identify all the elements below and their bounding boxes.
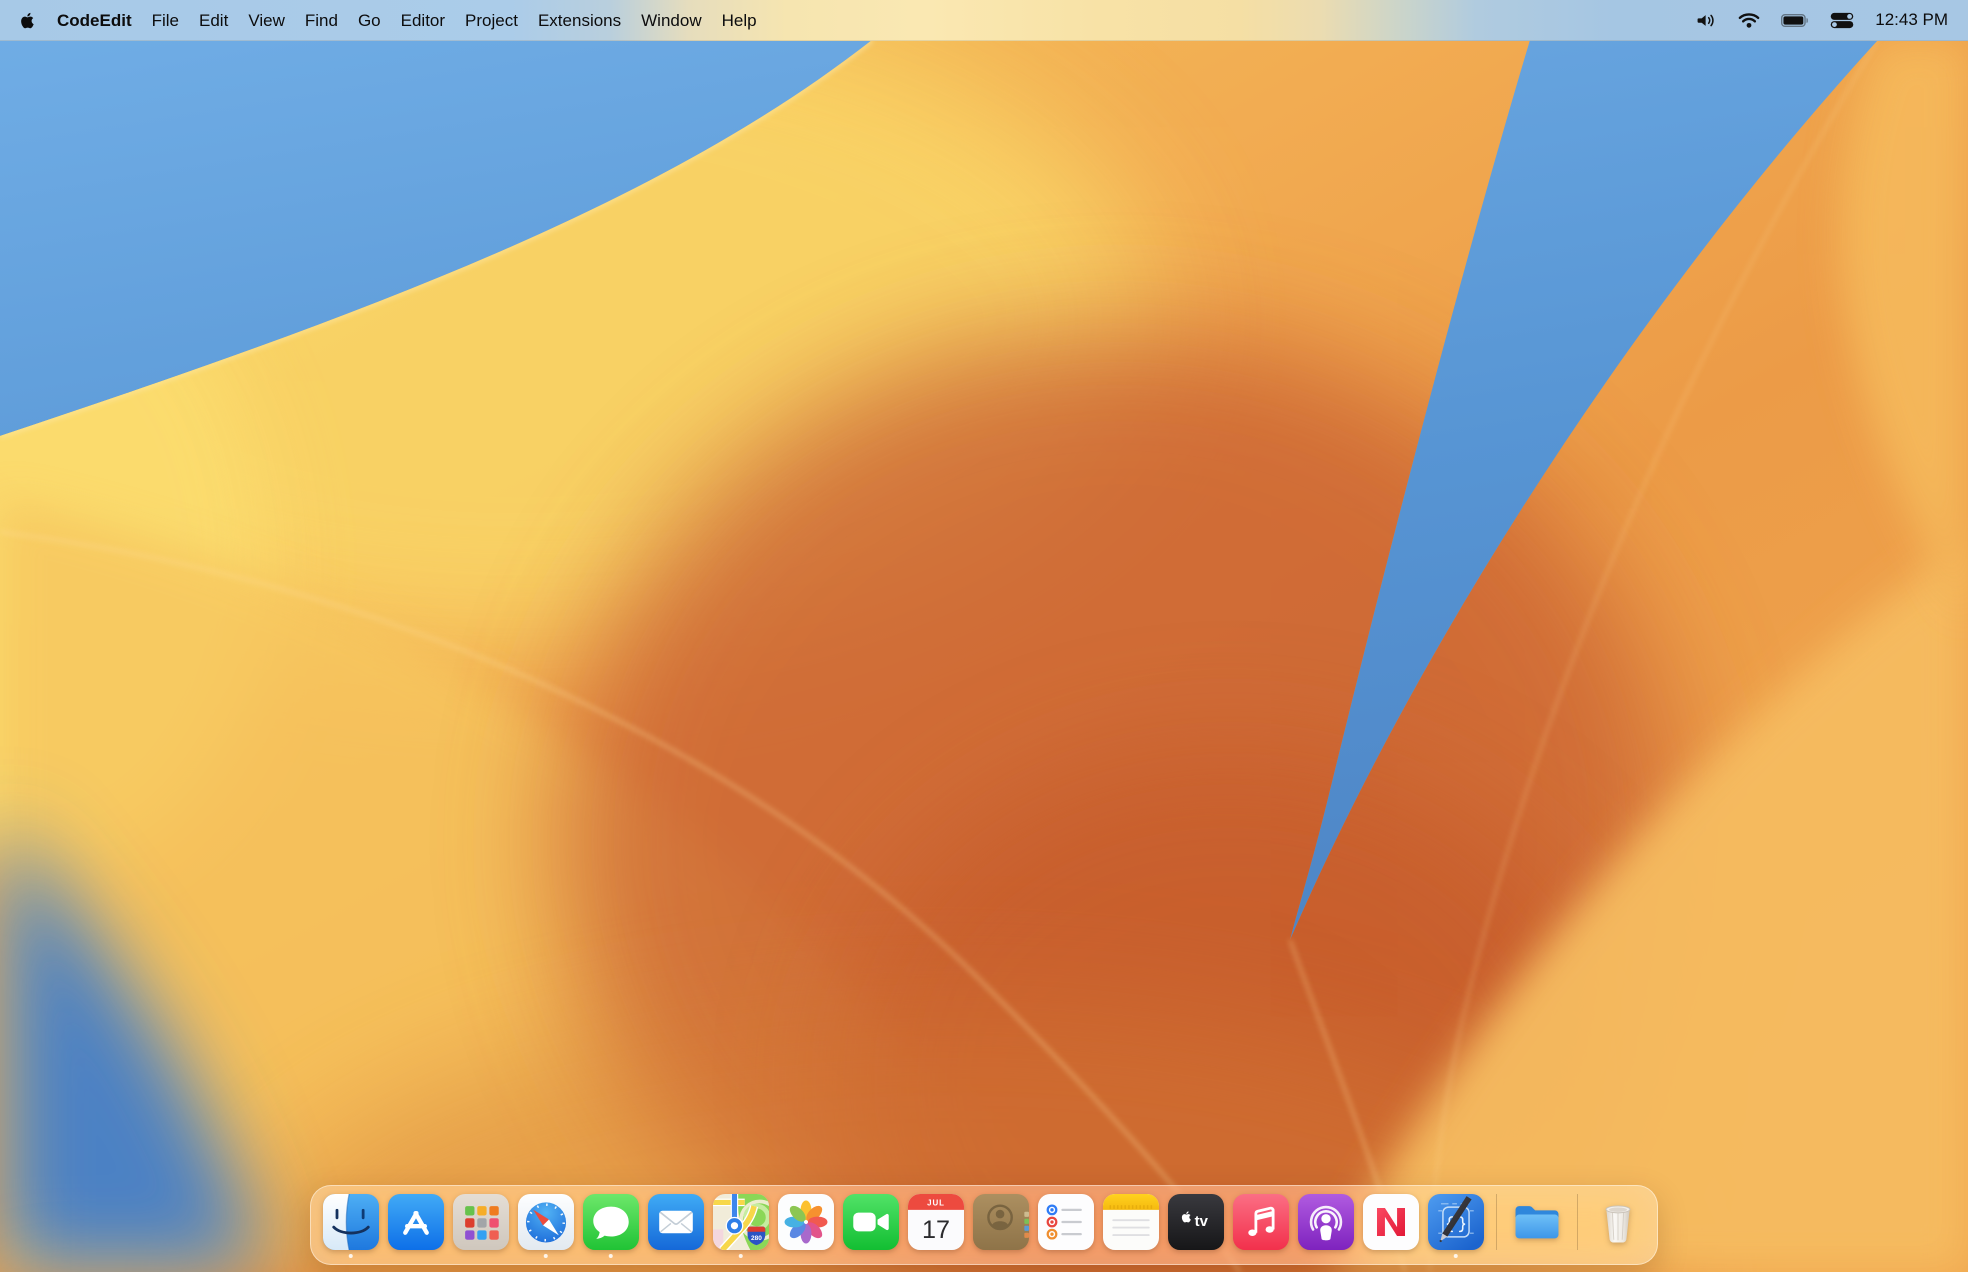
maps-icon: 280 bbox=[713, 1194, 769, 1250]
dock-item-safari[interactable] bbox=[518, 1194, 574, 1250]
apple-icon bbox=[20, 12, 37, 29]
dock-item-contacts[interactable] bbox=[973, 1194, 1029, 1250]
dock-item-podcasts[interactable] bbox=[1298, 1194, 1354, 1250]
dock-item-trash[interactable] bbox=[1590, 1194, 1646, 1250]
menu-item-go[interactable]: Go bbox=[348, 0, 391, 41]
menu-item-find[interactable]: Find bbox=[295, 0, 348, 41]
dock-item-photos[interactable] bbox=[778, 1194, 834, 1250]
news-icon bbox=[1363, 1194, 1419, 1250]
launchpad-icon bbox=[453, 1194, 509, 1250]
dock-item-finder[interactable] bbox=[323, 1194, 379, 1250]
menu-item-help[interactable]: Help bbox=[712, 0, 767, 41]
dock-item-notes[interactable] bbox=[1103, 1194, 1159, 1250]
contacts-icon bbox=[973, 1194, 1029, 1250]
dock-separator bbox=[1577, 1194, 1578, 1250]
dock-item-music[interactable] bbox=[1233, 1194, 1289, 1250]
dock-item-reminders[interactable] bbox=[1038, 1194, 1094, 1250]
dock-separator bbox=[1496, 1194, 1497, 1250]
dock-item-codeedit[interactable] bbox=[1428, 1194, 1484, 1250]
status-tray: 12:43 PM bbox=[1696, 10, 1948, 30]
menu-item-editor[interactable]: Editor bbox=[391, 0, 455, 41]
running-indicator bbox=[738, 1254, 743, 1259]
svg-text:280: 280 bbox=[750, 1235, 761, 1242]
tv-label: tv bbox=[1194, 1213, 1208, 1230]
apple-menu[interactable] bbox=[20, 12, 37, 29]
volume-icon[interactable] bbox=[1696, 12, 1717, 29]
dock-item-facetime[interactable] bbox=[843, 1194, 899, 1250]
menu-bar-clock[interactable]: 12:43 PM bbox=[1875, 10, 1948, 30]
dock-item-downloads-folder[interactable] bbox=[1509, 1194, 1565, 1250]
wifi-icon[interactable] bbox=[1738, 12, 1760, 29]
menu-item-extensions[interactable]: Extensions bbox=[528, 0, 631, 41]
folder-icon bbox=[1509, 1194, 1565, 1250]
photos-icon bbox=[778, 1194, 834, 1250]
facetime-icon bbox=[843, 1194, 899, 1250]
battery-icon[interactable] bbox=[1781, 13, 1809, 28]
running-indicator bbox=[543, 1254, 548, 1259]
calendar-month-label: JUL bbox=[927, 1199, 945, 1208]
notes-icon bbox=[1103, 1194, 1159, 1250]
wallpaper-image bbox=[0, 0, 1968, 1272]
menu-item-edit[interactable]: Edit bbox=[189, 0, 238, 41]
safari-icon bbox=[518, 1194, 574, 1250]
dock-item-app-store[interactable] bbox=[388, 1194, 444, 1250]
finder-icon bbox=[323, 1194, 379, 1250]
podcasts-icon bbox=[1298, 1194, 1354, 1250]
apple-tv-icon: tv bbox=[1168, 1194, 1224, 1250]
menu-item-codeedit[interactable]: CodeEdit bbox=[47, 0, 142, 41]
music-icon bbox=[1233, 1194, 1289, 1250]
dock-item-maps[interactable]: 280 bbox=[713, 1194, 769, 1250]
running-indicator bbox=[1453, 1254, 1458, 1259]
running-indicator bbox=[348, 1254, 353, 1259]
control-center-icon[interactable] bbox=[1830, 12, 1854, 29]
messages-icon bbox=[583, 1194, 639, 1250]
dock-item-launchpad[interactable] bbox=[453, 1194, 509, 1250]
trash-icon bbox=[1590, 1194, 1646, 1250]
menu-item-view[interactable]: View bbox=[238, 0, 295, 41]
menu-item-project[interactable]: Project bbox=[455, 0, 528, 41]
codeedit-icon bbox=[1428, 1194, 1484, 1250]
menu-item-file[interactable]: File bbox=[142, 0, 189, 41]
running-indicator bbox=[608, 1254, 613, 1259]
menu-bar: CodeEdit File Edit View Find Go Editor P… bbox=[0, 0, 1968, 41]
dock-item-mail[interactable] bbox=[648, 1194, 704, 1250]
mail-icon bbox=[648, 1194, 704, 1250]
dock-item-messages[interactable] bbox=[583, 1194, 639, 1250]
desktop: CodeEdit File Edit View Find Go Editor P… bbox=[0, 0, 1968, 1272]
dock-item-calendar[interactable]: JUL 17 bbox=[908, 1194, 964, 1250]
dock-item-news[interactable] bbox=[1363, 1194, 1419, 1250]
calendar-icon: JUL 17 bbox=[908, 1194, 964, 1250]
menu-item-window[interactable]: Window bbox=[631, 0, 711, 41]
calendar-day-label: 17 bbox=[921, 1216, 949, 1244]
dock: 280 bbox=[310, 1185, 1658, 1265]
app-store-icon bbox=[388, 1194, 444, 1250]
dock-item-tv[interactable]: tv bbox=[1168, 1194, 1224, 1250]
reminders-icon bbox=[1038, 1194, 1094, 1250]
